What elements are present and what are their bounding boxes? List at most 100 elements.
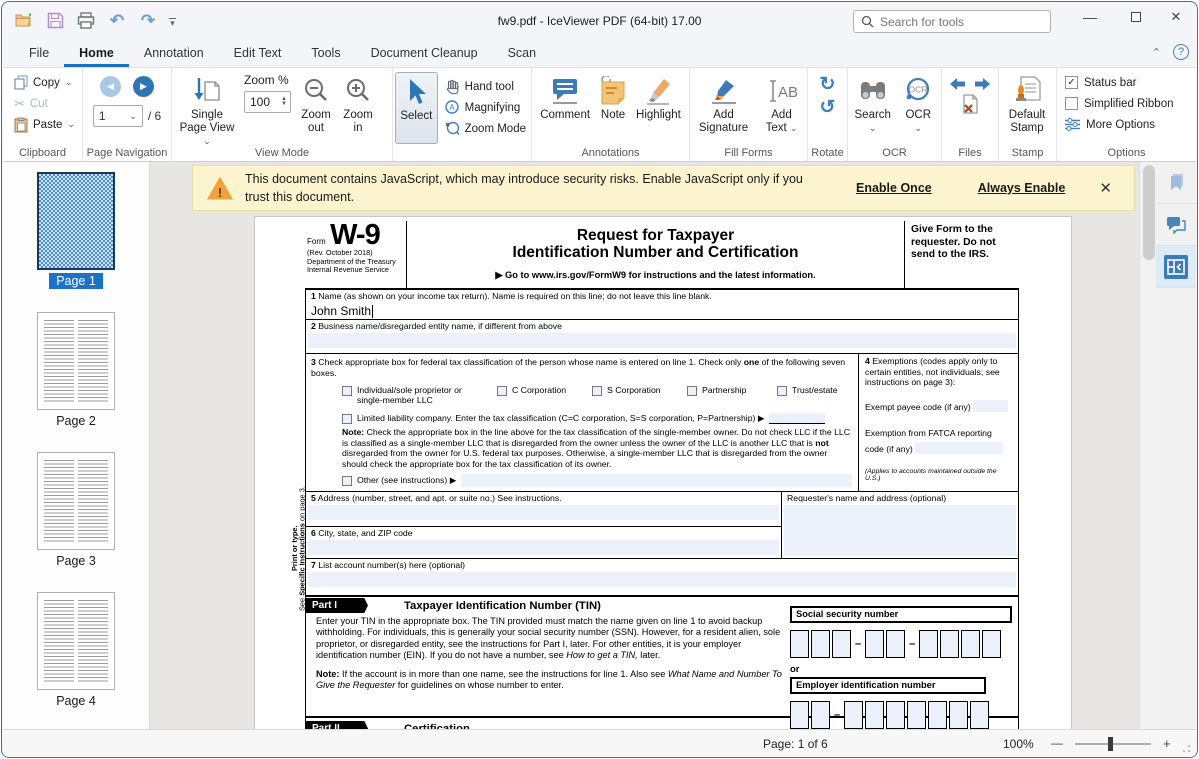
bookmarks-panel-button[interactable] bbox=[1156, 162, 1196, 204]
requester-field[interactable] bbox=[784, 505, 1016, 556]
redo-button[interactable]: ↷ bbox=[138, 10, 158, 30]
add-text-button[interactable]: AB Add Text ⌄ bbox=[759, 72, 805, 144]
tool-search[interactable] bbox=[853, 10, 1051, 33]
copy-button[interactable]: Copy⌄ bbox=[11, 72, 80, 93]
banner-close-button[interactable]: ✕ bbox=[1091, 179, 1120, 197]
business-name-field[interactable] bbox=[308, 333, 1016, 348]
close-button[interactable]: ✕ bbox=[1159, 2, 1193, 32]
checkbox-llc[interactable]: Limited liability company. Enter the tax… bbox=[342, 413, 854, 424]
name-field[interactable]: John Smith bbox=[306, 301, 1018, 320]
maximize-button[interactable] bbox=[1119, 2, 1153, 32]
enable-once-link[interactable]: Enable Once bbox=[856, 181, 932, 195]
rotate-counterclockwise-button[interactable]: ↺ bbox=[820, 97, 836, 118]
undo-button[interactable]: ↶ bbox=[107, 10, 127, 30]
tab-edit-text[interactable]: Edit Text bbox=[219, 39, 297, 67]
customize-toolbar-button[interactable]: ▾ bbox=[169, 18, 176, 25]
thumbnail-page-3[interactable]: Page 3 bbox=[3, 452, 149, 568]
tab-annotation[interactable]: Annotation bbox=[129, 39, 219, 67]
single-page-view-button[interactable]: Single Page View ⌄ bbox=[174, 72, 240, 151]
next-file-button[interactable] bbox=[974, 78, 990, 90]
collapse-ribbon-button[interactable]: ⌃ bbox=[1152, 46, 1161, 59]
rotate-clockwise-button[interactable]: ↻ bbox=[820, 74, 836, 95]
document-view[interactable]: ! This document contains JavaScript, whi… bbox=[150, 162, 1139, 729]
help-button[interactable]: ? bbox=[1173, 44, 1189, 60]
ein-digit-box[interactable] bbox=[811, 701, 830, 729]
ssn-digit-box[interactable] bbox=[940, 630, 959, 658]
next-page-button[interactable]: ▶ bbox=[133, 76, 154, 97]
page-3-thumbnail-image[interactable] bbox=[37, 452, 115, 550]
default-stamp-button[interactable]: Default Stamp bbox=[1001, 72, 1053, 137]
zoom-in-button[interactable]: Zoom in bbox=[337, 72, 379, 137]
checkbox-individual[interactable]: Individual/sole proprietor or single-mem… bbox=[342, 385, 497, 405]
close-file-button[interactable] bbox=[961, 94, 979, 114]
thumbnail-page-2[interactable]: Page 2 bbox=[3, 312, 149, 428]
ein-digit-box[interactable] bbox=[790, 701, 809, 729]
magnifying-button[interactable]: A Magnifying bbox=[442, 97, 529, 118]
ssn-digit-box[interactable] bbox=[790, 630, 809, 658]
checkbox-s-corporation[interactable]: S Corporation bbox=[592, 385, 687, 405]
tab-scan[interactable]: Scan bbox=[493, 39, 552, 67]
ssn-digit-box[interactable] bbox=[832, 630, 851, 658]
zoom-out-slider-button[interactable]: — bbox=[1051, 736, 1063, 750]
ocr-button[interactable]: OCR OCR⌄ bbox=[897, 72, 939, 144]
previous-file-button[interactable] bbox=[950, 78, 966, 90]
tab-document-cleanup[interactable]: Document Cleanup bbox=[356, 39, 493, 67]
zoom-mode-button[interactable]: Zoom Mode bbox=[442, 118, 529, 139]
cut-button[interactable]: ✂ Cut bbox=[11, 93, 80, 114]
ein-digit-box[interactable] bbox=[928, 701, 947, 729]
account-numbers-field[interactable] bbox=[308, 572, 1016, 587]
minimize-button[interactable]: — bbox=[1073, 2, 1107, 32]
ssn-digit-box[interactable] bbox=[886, 630, 905, 658]
ein-digit-box[interactable] bbox=[949, 701, 968, 729]
add-signature-button[interactable]: Add Signature bbox=[693, 72, 755, 144]
zoom-slider-track[interactable] bbox=[1075, 743, 1151, 745]
search-document-button[interactable]: Search⌄ bbox=[850, 72, 895, 144]
highlight-button[interactable]: Highlight bbox=[633, 72, 684, 144]
exempt-payee-field[interactable] bbox=[973, 400, 1008, 412]
city-state-zip-field[interactable] bbox=[308, 540, 779, 555]
simplified-ribbon-checkbox[interactable]: Simplified Ribbon bbox=[1065, 93, 1194, 114]
spinner-down-icon[interactable]: ▼ bbox=[281, 102, 287, 107]
paste-button[interactable]: Paste⌄ bbox=[11, 114, 80, 135]
tab-file[interactable]: File bbox=[14, 39, 64, 67]
save-button[interactable] bbox=[45, 10, 65, 30]
checkbox-other[interactable]: Other (see instructions) ▶ bbox=[342, 474, 854, 487]
more-options-button[interactable]: More Options bbox=[1065, 114, 1194, 135]
hand-tool-button[interactable]: Hand tool bbox=[442, 76, 529, 97]
comments-panel-button[interactable] bbox=[1156, 204, 1196, 246]
page-2-thumbnail-image[interactable] bbox=[37, 312, 115, 410]
previous-page-button[interactable]: ◀ bbox=[100, 76, 121, 97]
ein-digit-box[interactable] bbox=[907, 701, 926, 729]
address-field[interactable] bbox=[308, 505, 779, 520]
page-4-thumbnail-image[interactable] bbox=[37, 592, 115, 690]
ein-digit-box[interactable] bbox=[886, 701, 905, 729]
ssn-digit-box[interactable] bbox=[982, 630, 1001, 658]
checkbox-c-corporation[interactable]: C Corporation bbox=[497, 385, 592, 405]
thumbnail-page-1[interactable]: Page 1 bbox=[3, 172, 149, 288]
llc-classification-field[interactable] bbox=[769, 413, 825, 424]
checkbox-trust-estate[interactable]: Trust/estate bbox=[777, 385, 838, 405]
ssn-digit-box[interactable] bbox=[811, 630, 830, 658]
ssn-digit-box[interactable] bbox=[919, 630, 938, 658]
open-file-button[interactable] bbox=[14, 10, 34, 30]
ein-digit-box[interactable] bbox=[844, 701, 863, 729]
zoom-slider-handle[interactable] bbox=[1108, 737, 1113, 751]
zoom-percent-spinner[interactable]: 100 ▲▼ bbox=[244, 91, 291, 113]
search-input[interactable] bbox=[880, 15, 1043, 29]
select-tool-button[interactable]: Select bbox=[395, 72, 438, 144]
checkbox-partnership[interactable]: Partnership bbox=[687, 385, 777, 405]
page-number-select[interactable]: 1 ⌄ bbox=[93, 105, 143, 127]
ssn-digit-box[interactable] bbox=[865, 630, 884, 658]
scrollbar-thumb[interactable] bbox=[1143, 165, 1155, 260]
ssn-digit-box[interactable] bbox=[961, 630, 980, 658]
ein-digit-box[interactable] bbox=[970, 701, 989, 729]
zoom-out-button[interactable]: Zoom out bbox=[295, 72, 337, 137]
note-button[interactable]: Note bbox=[595, 72, 631, 144]
ein-digit-box[interactable] bbox=[865, 701, 884, 729]
comment-button[interactable]: Comment bbox=[537, 72, 593, 144]
panel-layout-button[interactable] bbox=[1156, 246, 1196, 288]
zoom-in-slider-button[interactable]: + bbox=[1163, 736, 1171, 751]
page-1-thumbnail-image[interactable] bbox=[37, 172, 115, 270]
always-enable-link[interactable]: Always Enable bbox=[978, 181, 1066, 195]
print-button[interactable] bbox=[76, 10, 96, 30]
